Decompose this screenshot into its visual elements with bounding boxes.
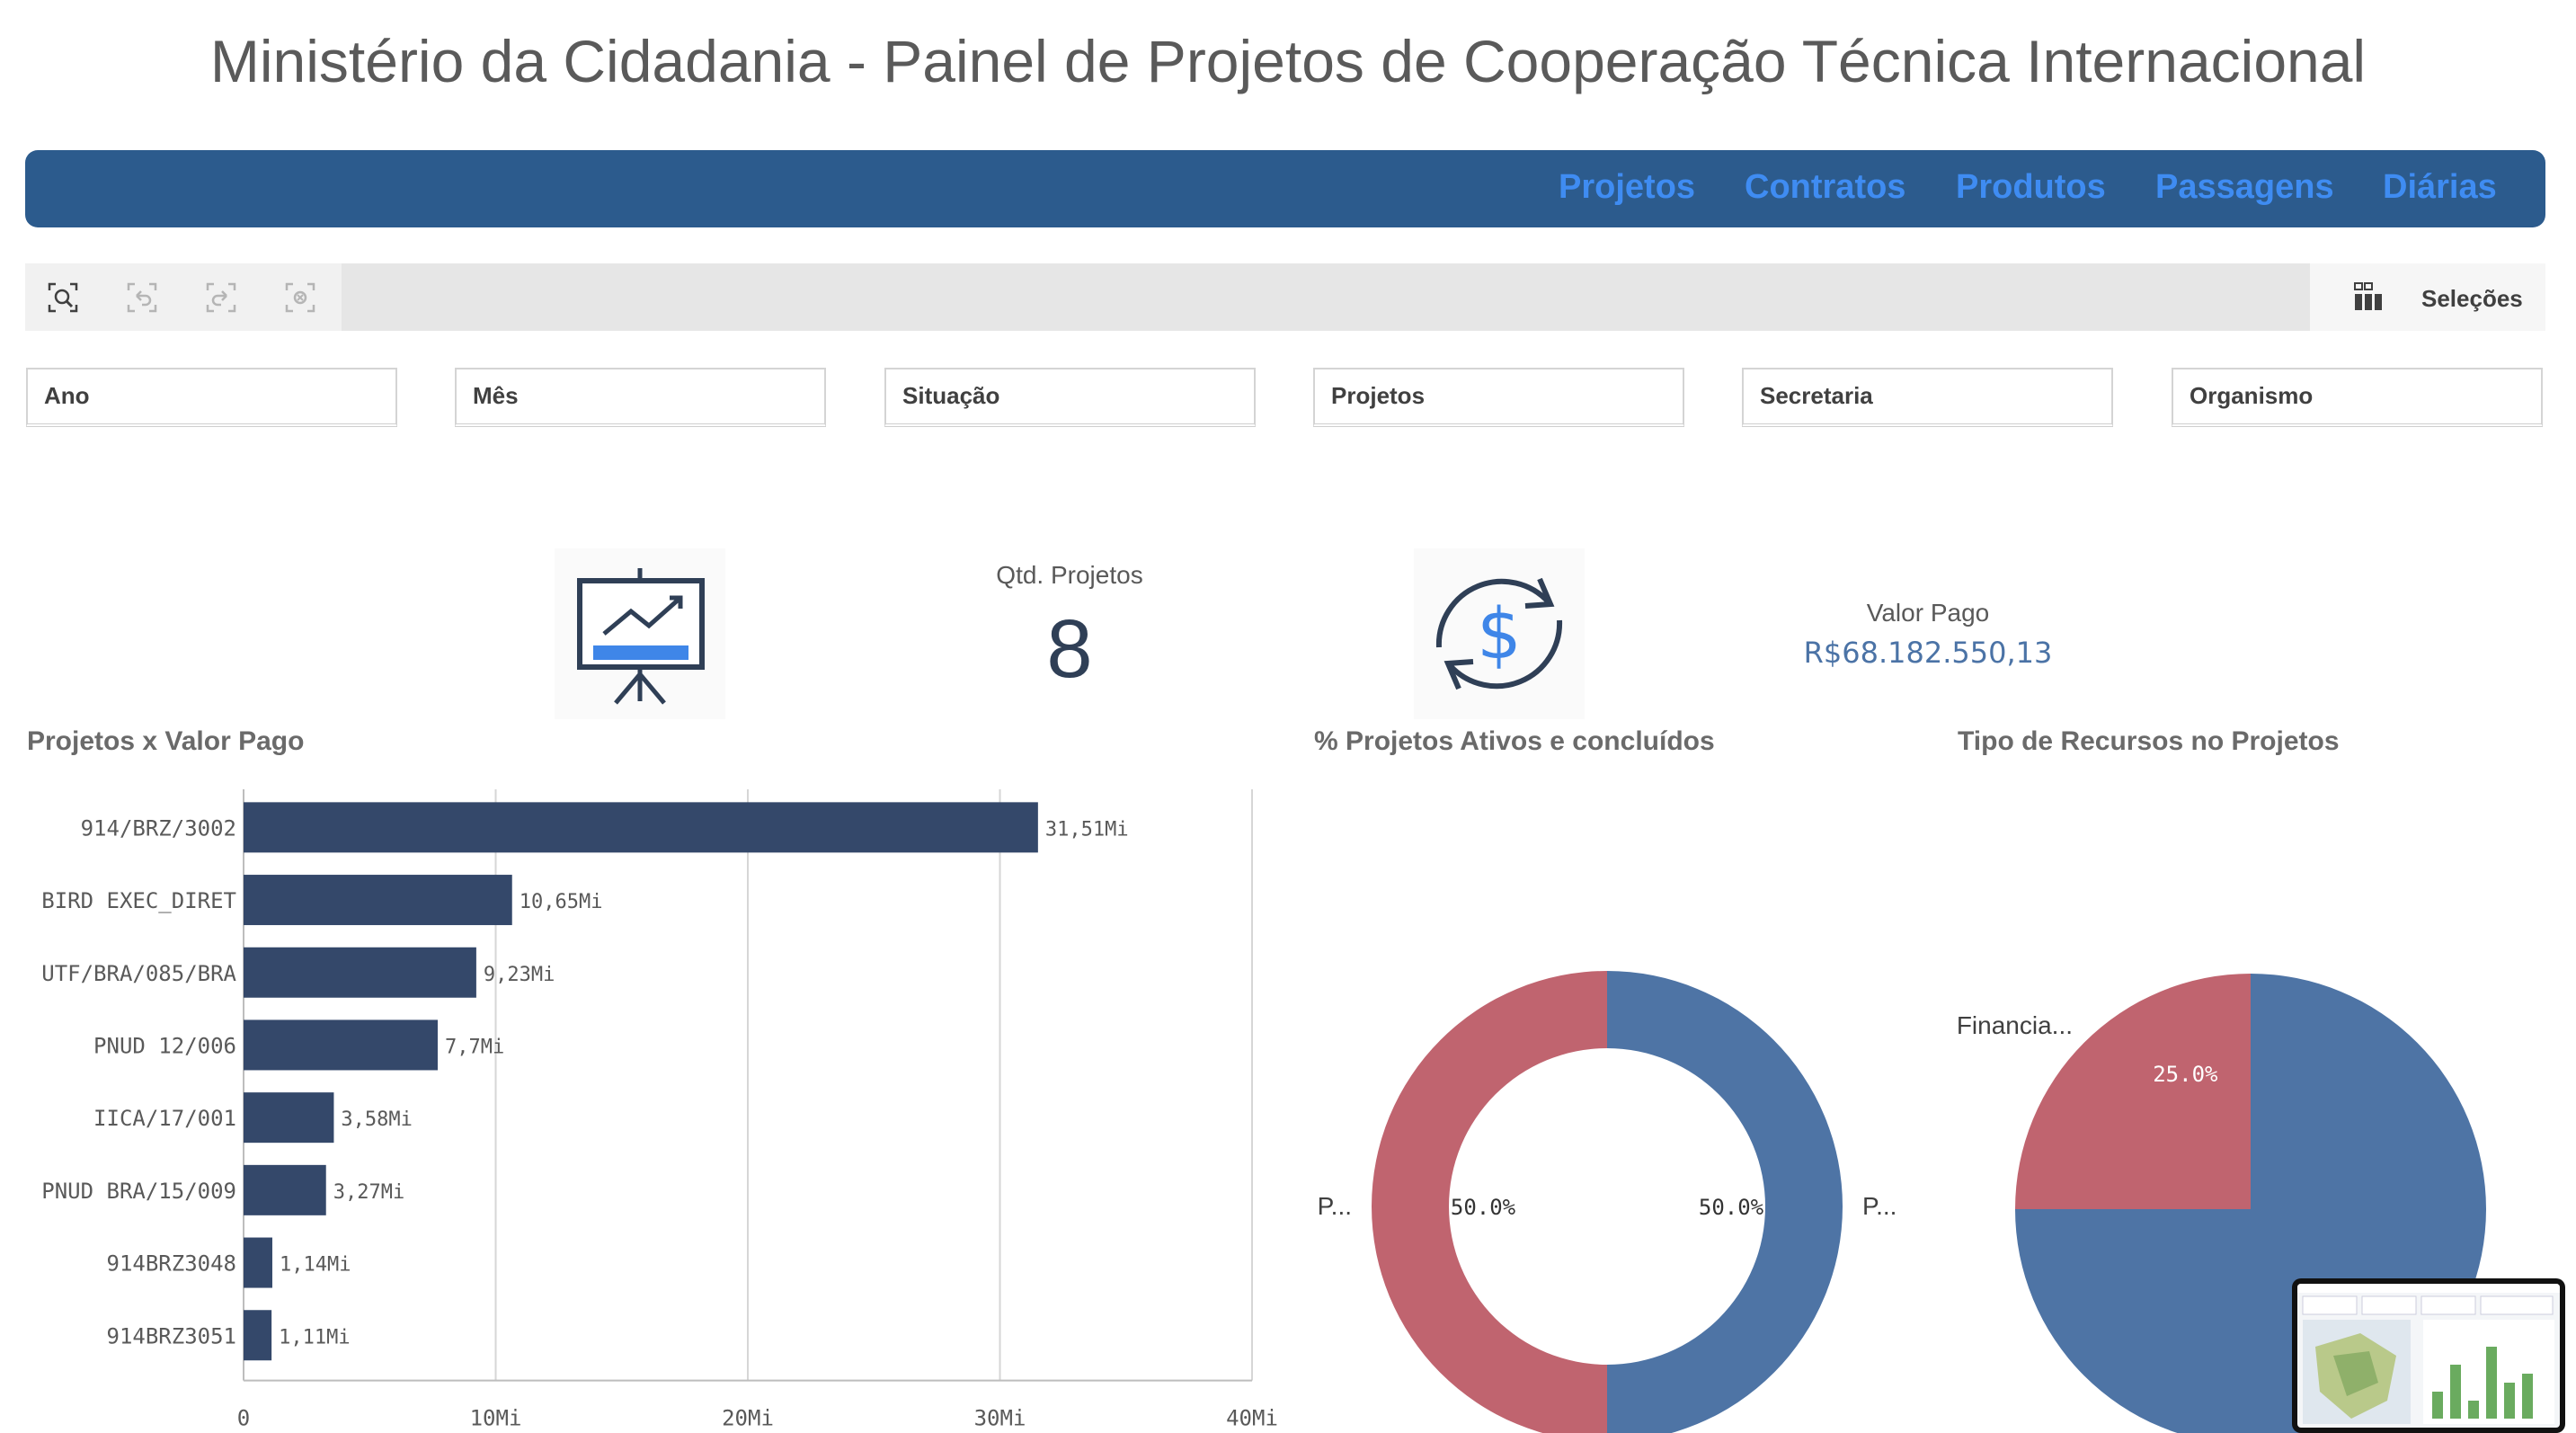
- filter-label: Secretaria: [1760, 382, 1873, 409]
- bar[interactable]: [244, 1164, 326, 1215]
- filter-situacao[interactable]: Situação: [884, 368, 1256, 427]
- bar-value-label: 3,58Mi: [341, 1108, 412, 1131]
- y-category-label: IICA/17/001: [93, 1106, 236, 1131]
- y-category-label: BIRD EXEC_DIRET: [41, 888, 236, 913]
- nav-diarias[interactable]: Diárias: [2383, 168, 2497, 207]
- filter-ano[interactable]: Ano: [26, 368, 397, 427]
- y-category-label: 914BRZ3051: [107, 1323, 237, 1348]
- bar[interactable]: [244, 875, 512, 926]
- filter-label: Ano: [44, 382, 90, 409]
- thumbnail-preview-image: [2297, 1284, 2560, 1428]
- nav-produtos[interactable]: Produtos: [1956, 168, 2106, 207]
- selections-label: Seleções: [2421, 285, 2523, 312]
- bar[interactable]: [244, 1310, 272, 1361]
- donut-chart-title: % Projetos Ativos e concluídos: [1314, 726, 1715, 756]
- x-tick-label: 10Mi: [470, 1406, 522, 1431]
- donut-slice-value: 50.0%: [1699, 1195, 1764, 1220]
- pie-slice[interactable]: [2015, 974, 2251, 1209]
- y-category-label: UTF/BRA/085/BRA: [41, 961, 236, 986]
- bar-value-label: 31,51Mi: [1045, 818, 1129, 841]
- kpi-projects-value: 8: [1046, 603, 1093, 695]
- smart-search-icon[interactable]: [47, 281, 79, 314]
- dashboard-thumbnail[interactable]: [2292, 1278, 2565, 1433]
- selections-grid-icon: [2354, 282, 2382, 310]
- svg-text:$: $: [1477, 594, 1522, 675]
- bar[interactable]: [244, 802, 1038, 853]
- bar-chart-title: Projetos x Valor Pago: [27, 726, 305, 756]
- nav-contratos[interactable]: Contratos: [1745, 168, 1905, 207]
- donut-chart[interactable]: 50.0% P... 50.0% P...: [1294, 773, 1923, 1433]
- nav-projetos[interactable]: Projetos: [1559, 168, 1695, 207]
- nav-passagens[interactable]: Passagens: [2155, 168, 2334, 207]
- bar[interactable]: [244, 1237, 272, 1288]
- pie-chart-title: Tipo de Recursos no Projetos: [1958, 726, 2340, 756]
- bar-value-label: 3,27Mi: [333, 1181, 404, 1204]
- filter-organismo[interactable]: Organismo: [2172, 368, 2543, 427]
- donut-slice-value: 50.0%: [1451, 1195, 1516, 1220]
- clear-selections-icon[interactable]: [284, 281, 316, 314]
- bar[interactable]: [244, 1019, 438, 1071]
- selections-button[interactable]: Seleções: [2310, 263, 2545, 331]
- pie-slice-label: Financia...: [1957, 1011, 2073, 1039]
- filter-mes[interactable]: Mês: [455, 368, 826, 427]
- kpi-paid-value: R$68.182.550,13: [1803, 636, 2053, 670]
- filter-projetos[interactable]: Projetos: [1313, 368, 1684, 427]
- x-tick-label: 30Mi: [974, 1406, 1026, 1431]
- toolbar-tools: [25, 263, 342, 331]
- step-forward-icon[interactable]: [205, 281, 237, 314]
- filter-label: Mês: [473, 382, 519, 409]
- y-category-label: 914/BRZ/3002: [81, 815, 236, 841]
- step-back-icon[interactable]: [126, 281, 158, 314]
- dollar-refresh-icon: $: [1414, 548, 1585, 719]
- top-navbar: Projetos Contratos Produtos Passagens Di…: [25, 150, 2545, 227]
- filter-label: Organismo: [2190, 382, 2314, 409]
- bar-value-label: 1,14Mi: [280, 1254, 351, 1277]
- bar-value-label: 7,7Mi: [445, 1036, 504, 1058]
- y-category-label: 914BRZ3048: [107, 1251, 237, 1277]
- filter-label: Projetos: [1331, 382, 1426, 409]
- bar-chart[interactable]: 0 10Mi 20Mi 30Mi 40Mi 914/BRZ/3002 31,51Mi BIRD…: [0, 773, 1294, 1433]
- bar-value-label: 1,11Mi: [279, 1326, 350, 1348]
- bar-value-label: 9,23Mi: [484, 964, 555, 986]
- bar-value-label: 10,65Mi: [520, 891, 603, 913]
- bar[interactable]: [244, 947, 476, 998]
- x-tick-label: 0: [237, 1406, 250, 1431]
- page-title: Ministério da Cidadania - Painel de Proj…: [209, 28, 2367, 94]
- donut-slice-label: P...: [1862, 1192, 1896, 1220]
- kpi-paid-label: Valor Pago: [1866, 599, 1990, 627]
- pie-slice-value: 25.0%: [2153, 1062, 2218, 1087]
- selection-toolbar: Seleções: [25, 263, 2545, 331]
- y-category-label: PNUD 12/006: [93, 1033, 236, 1058]
- presentation-chart-icon: [555, 548, 725, 719]
- x-tick-label: 20Mi: [722, 1406, 774, 1431]
- bar[interactable]: [244, 1092, 334, 1144]
- filter-label: Situação: [902, 382, 1000, 409]
- kpi-projects-label: Qtd. Projetos: [996, 561, 1143, 589]
- x-tick-label: 40Mi: [1226, 1406, 1278, 1431]
- y-category-label: PNUD BRA/15/009: [41, 1179, 236, 1204]
- filter-secretaria[interactable]: Secretaria: [1742, 368, 2113, 427]
- donut-slice-label: P...: [1318, 1192, 1352, 1220]
